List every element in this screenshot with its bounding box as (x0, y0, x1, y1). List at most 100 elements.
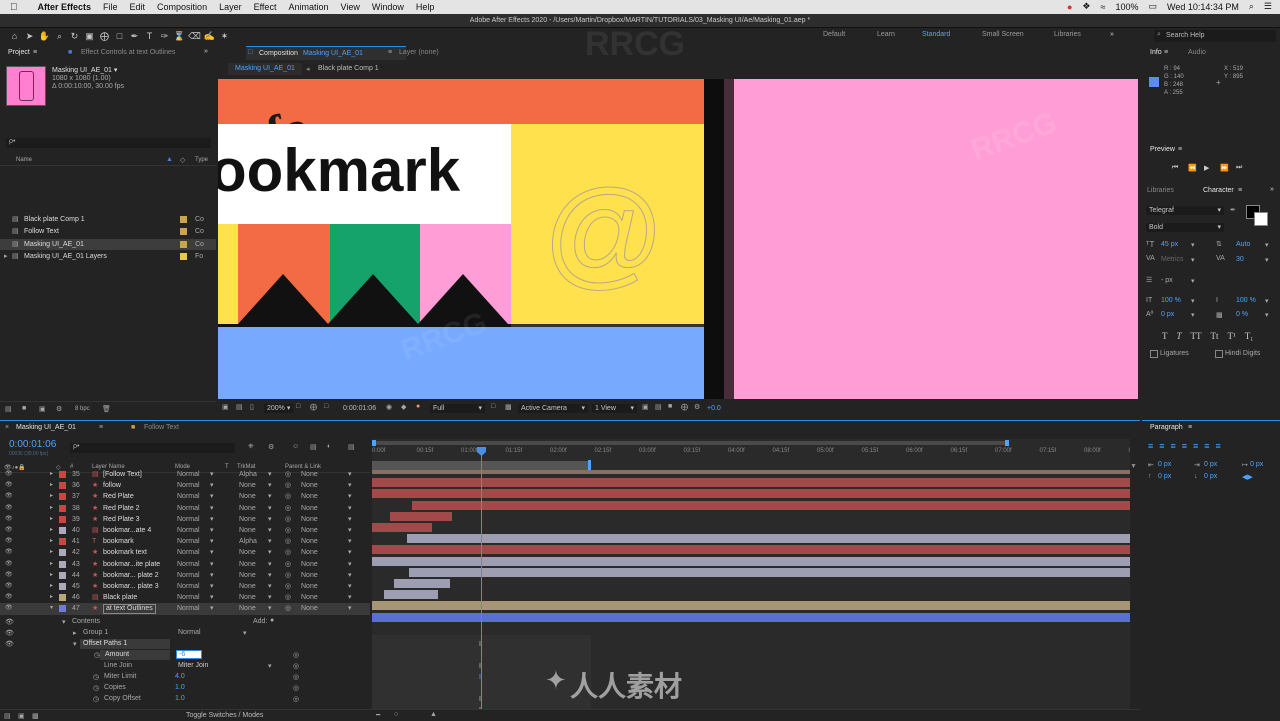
layer-caret-icon[interactable]: ▸ (50, 525, 53, 536)
comp-button-icon[interactable]: ▼ (1130, 463, 1137, 470)
layer-parent[interactable]: None (301, 514, 318, 525)
tracking-value[interactable]: 30 (1236, 256, 1244, 263)
layer-mode[interactable]: Normal (177, 491, 200, 502)
layer-row[interactable]: 👁 ▸ 35 ▤ [Follow Text] Normal ▾ Alpha ▾ ◎ None ▾ (0, 469, 370, 480)
font-family-dropdown[interactable]: Telegraf ▾ (1146, 206, 1224, 215)
layer-mode[interactable]: Normal (177, 559, 200, 570)
layer-parent[interactable]: None (301, 559, 318, 570)
visibility-eye-icon[interactable]: 👁 (5, 491, 13, 502)
group-mode-caret-icon[interactable]: ▾ (243, 629, 247, 637)
layer-trkmat[interactable]: None (239, 491, 256, 502)
layer-bar[interactable] (372, 556, 1130, 566)
tab-preview[interactable]: Preview (1150, 146, 1175, 153)
visibility-eye-icon[interactable]: 👁 (5, 570, 13, 581)
hscale-value[interactable]: 100 % (1236, 297, 1256, 304)
fast-preview-icon[interactable]: ▤ (655, 403, 662, 411)
indent-left-value[interactable]: 0 px (1158, 461, 1171, 468)
next-frame-icon[interactable]: ⏩ (1220, 164, 1229, 172)
layer-caret-icon[interactable]: ▸ (50, 480, 53, 491)
layer-parent[interactable]: None (301, 491, 318, 502)
settings-icon[interactable]: ⚙ (56, 405, 62, 413)
layer-caret-icon[interactable]: ▸ (50, 491, 53, 502)
layer-caret-icon[interactable]: ▸ (50, 581, 53, 592)
visibility-eye-icon[interactable]: 👁 (5, 503, 13, 514)
label-swatch[interactable] (180, 240, 187, 248)
tab-character[interactable]: Character (1203, 187, 1234, 194)
show-snapshot-icon[interactable]: ◆ (401, 403, 406, 411)
camera-tool-icon[interactable]: ▣ (83, 30, 96, 42)
subtab-masking[interactable]: Masking UI_AE_01 (228, 63, 302, 75)
mode-caret-icon[interactable]: ▾ (210, 559, 214, 570)
trkmat-caret-icon[interactable]: ▾ (268, 480, 272, 491)
layer-row[interactable]: 👁 ▸ 41 Tbookmark Normal ▾ Alpha ▾ ◎ None ▾ (0, 536, 370, 547)
contents-eye-icon[interactable]: 👁 (5, 618, 14, 626)
label-swatch[interactable] (180, 252, 187, 260)
parent-caret-icon[interactable]: ▾ (348, 503, 352, 514)
pickwhip-icon[interactable]: ◎ (285, 480, 291, 491)
comp-time[interactable]: 0:00:01:06 (343, 405, 376, 412)
region-icon[interactable]: ▤ (236, 403, 243, 411)
layer-bar[interactable] (372, 601, 1130, 611)
layer-bar[interactable] (372, 489, 1130, 499)
mask-vis-icon[interactable]: ▯ (250, 403, 254, 411)
layer-bar[interactable] (390, 511, 452, 521)
layer-bar[interactable] (394, 579, 450, 588)
project-item[interactable]: ▤ Masking UI_AE_01 Co (0, 238, 216, 250)
comp-menu-icon[interactable]: ≡ (388, 49, 392, 56)
roto-tool-icon[interactable]: ✍ (203, 30, 216, 42)
hindi-digits-checkbox[interactable] (1215, 350, 1223, 358)
layer-parent[interactable]: None (301, 469, 318, 480)
eraser-tool-icon[interactable]: ⌫ (188, 30, 201, 42)
layer-row[interactable]: 👁 ▸ 38 ★ Red Plate 2 Normal ▾ None ▾ ◎ None ▾ (0, 503, 370, 514)
zoom-dropdown[interactable]: 200% ▾ (264, 404, 294, 413)
mode-caret-icon[interactable]: ▾ (210, 570, 214, 581)
pickwhip-icon[interactable]: ◎ (285, 592, 291, 603)
mode-caret-icon[interactable]: ▾ (210, 469, 214, 480)
mode-caret-icon[interactable]: ▾ (210, 525, 214, 536)
frame-blend-icon[interactable]: ▤ (310, 443, 317, 451)
visibility-eye-icon[interactable]: 👁 (5, 581, 13, 592)
type-tool-icon[interactable]: T (143, 30, 156, 42)
parent-caret-icon[interactable]: ▾ (348, 581, 352, 592)
tab-info[interactable]: Info (1150, 49, 1162, 56)
timeline-tab[interactable]: Masking UI_AE_01 (16, 424, 76, 431)
layer-row[interactable]: 👁 ▸ 43 ★ bookmar...ite plate Normal ▾ None ▾ ◎ Non… (0, 559, 370, 570)
parent-caret-icon[interactable]: ▾ (348, 592, 352, 603)
hand-tool-icon[interactable]: ✋ (38, 30, 51, 42)
label-swatch[interactable] (180, 228, 187, 236)
visibility-eye-icon[interactable]: 👁 (5, 469, 13, 480)
mode-caret-icon[interactable]: ▾ (210, 503, 214, 514)
mode-caret-icon[interactable]: ▾ (210, 547, 214, 558)
channel-icon[interactable]: ● (416, 403, 420, 410)
selection-tool-icon[interactable]: ➤ (23, 30, 36, 42)
new-comp-icon[interactable]: ▣ (39, 405, 46, 413)
visibility-eye-icon[interactable]: 👁 (5, 603, 13, 614)
layer-trkmat[interactable]: None (239, 503, 256, 514)
copies-pickwhip-icon[interactable]: ◎ (293, 684, 299, 692)
visibility-eye-icon[interactable]: 👁 (5, 480, 13, 491)
timeline-search-field[interactable]: ρ• (70, 443, 235, 453)
project-item[interactable]: ▤ Follow Text Co (0, 226, 216, 237)
creative-cloud-icon[interactable]: ● (1067, 2, 1072, 12)
mode-caret-icon[interactable]: ▾ (210, 480, 214, 491)
mode-caret-icon[interactable]: ▾ (210, 581, 214, 592)
search-icon[interactable]: ⌕ (1249, 1, 1254, 12)
trkmat-caret-icon[interactable]: ▾ (268, 525, 272, 536)
menu-effect[interactable]: Effect (254, 2, 277, 12)
copyoffset-stopwatch-icon[interactable]: ◷ (93, 695, 99, 703)
layer-bar[interactable] (372, 470, 1130, 474)
battery-icon[interactable]: ▭ (1148, 1, 1157, 12)
layer-bar[interactable] (412, 500, 1130, 510)
mode-caret-icon[interactable]: ▾ (210, 603, 214, 614)
layer-caret-icon[interactable]: ▸ (50, 559, 53, 570)
mask-icon[interactable]: □ (324, 403, 328, 410)
trkmat-caret-icon[interactable]: ▾ (268, 514, 272, 525)
trkmat-caret-icon[interactable]: ▾ (268, 570, 272, 581)
font-style-dropdown[interactable]: Bold ▾ (1146, 223, 1224, 232)
pickwhip-icon[interactable]: ◎ (285, 514, 291, 525)
layer-trkmat[interactable]: None (239, 592, 256, 603)
label-col-icon[interactable]: ◇ (180, 156, 185, 164)
layer-bar[interactable] (372, 478, 1130, 488)
always-preview-icon[interactable]: ▣ (222, 403, 229, 411)
project-search-field[interactable]: ρ• (6, 138, 211, 148)
